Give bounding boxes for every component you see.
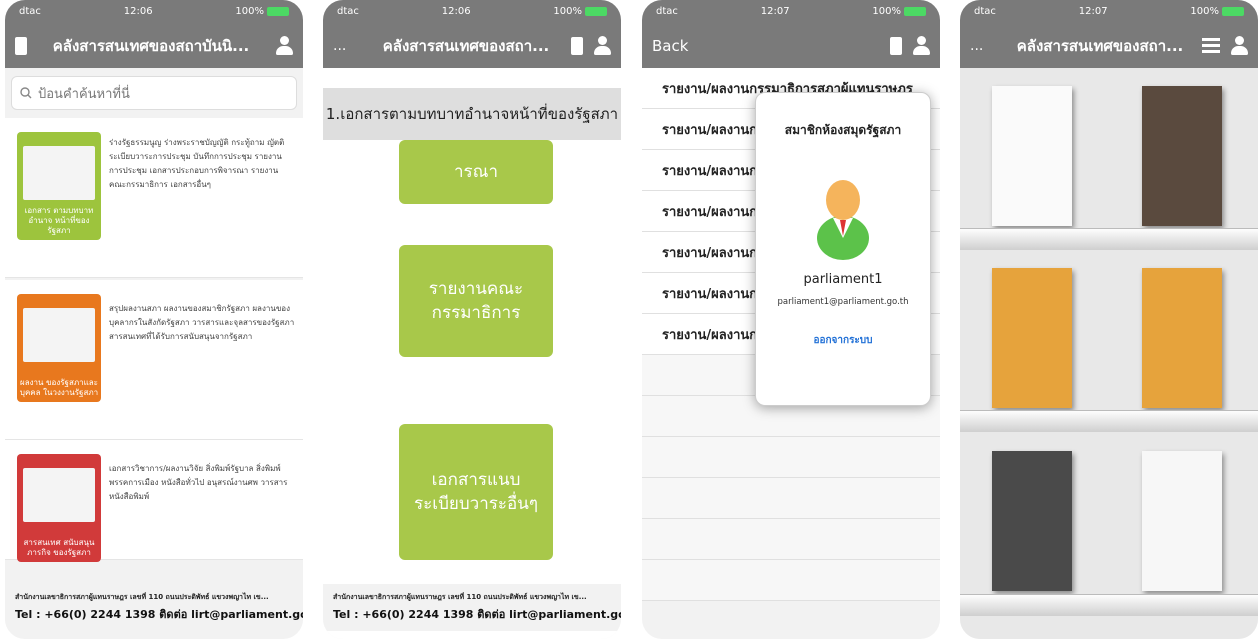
search-placeholder: ป้อนคำค้นหาที่นี่ [38, 86, 130, 102]
more-button[interactable]: ... [970, 38, 998, 54]
book-icon[interactable] [15, 37, 27, 55]
footer: สำนักงานเลขาธิการสภาผู้แทนราษฎร เลขที่ 1… [5, 584, 303, 631]
footer-tel: Tel : +66(0) 2244 1398 ติดต่อ lirt@parli… [333, 608, 621, 621]
screen-list-profile: dtac 12:07 100% Back รายงาน/ผลงานกรรมาธิ… [642, 0, 940, 639]
screen-home: dtac 12:06 100% คลังสารสนเทศของสถาบันนิ.… [5, 0, 303, 639]
document-icon [23, 146, 95, 200]
book-cover[interactable] [992, 451, 1072, 591]
back-button[interactable]: Back [652, 37, 712, 55]
nav-title: คลังสารสนเทศของสถา... [1016, 37, 1184, 55]
battery-icon [1221, 6, 1244, 16]
bookshelf [960, 68, 1258, 639]
shelf [960, 594, 1258, 616]
user-icon[interactable] [1230, 36, 1248, 56]
battery-indicator: 100% [1190, 6, 1244, 17]
popover-username: parliament1 [803, 272, 883, 287]
section-header: 1.เอกสารตามบทบาทอำนาจหน้าที่ของรัฐสภา [323, 88, 621, 140]
battery-icon [584, 6, 607, 16]
footer-tel: Tel : +66(0) 2244 1398 ติดต่อ lirt@parli… [15, 608, 303, 621]
empty-row [642, 478, 940, 519]
profile-popover: สมาชิกห้องสมุดรัฐสภา parliament1 parliam… [755, 92, 931, 406]
category-button-1[interactable]: ารณา [399, 140, 553, 204]
battery-label: 100% [1190, 5, 1219, 17]
shelf [960, 228, 1258, 250]
user-icon[interactable] [275, 36, 293, 56]
book-cover[interactable] [1142, 86, 1222, 226]
document-icon [23, 308, 95, 362]
list-view-icon[interactable] [1202, 38, 1220, 54]
user-icon[interactable] [912, 36, 930, 56]
carrier: dtac [337, 5, 359, 17]
item-description: เอกสารวิชาการ/ผลงานวิจัย สิ่งพิมพ์รัฐบาล… [109, 464, 288, 501]
empty-row [642, 560, 940, 601]
category-button-2[interactable]: รายงานคณะกรรมาธิการ [399, 245, 553, 357]
menu-item[interactable]: เอกสาร ตามบทบาทอำนาจ หน้าที่ของรัฐสภา ร่า… [5, 118, 303, 278]
clock: 12:07 [760, 5, 790, 17]
tile-label: สารสนเทศ สนับสนุนภารกิจ ของรัฐสภา [23, 538, 95, 557]
nav-bar: dtac 12:07 100% Back [642, 0, 940, 68]
battery-indicator: 100% [872, 6, 926, 17]
book-cover[interactable] [992, 86, 1072, 226]
footer: สำนักงานเลขาธิการสภาผู้แทนราษฎร เลขที่ 1… [323, 584, 621, 631]
clock: 12:06 [123, 5, 153, 17]
battery-indicator: 100% [553, 6, 607, 17]
battery-indicator: 100% [235, 6, 289, 17]
battery-label: 100% [235, 5, 264, 17]
nav-bar: dtac 12:06 100% คลังสารสนเทศของสถาบันนิ.… [5, 0, 303, 68]
battery-icon [266, 6, 289, 16]
popover-title: สมาชิกห้องสมุดรัฐสภา [784, 123, 902, 137]
category-tile[interactable]: ผลงาน ของรัฐสภาและบุคคล ในวงงานรัฐสภา [17, 294, 101, 402]
empty-row [642, 437, 940, 478]
category-button-3[interactable]: เอกสารแนบระเบียบวาระอื่นๆ [399, 424, 553, 560]
logout-button[interactable]: ออกจากระบบ [756, 333, 930, 348]
screen-category: dtac 12:06 100% ... คลังสารสนเทศของสถา..… [323, 0, 621, 639]
tile-label: เอกสาร ตามบทบาทอำนาจ หน้าที่ของรัฐสภา [24, 206, 94, 235]
battery-label: 100% [553, 5, 582, 17]
nav-title: คลังสารสนเทศของสถา... [382, 37, 550, 55]
nav-bar: dtac 12:07 100% ... คลังสารสนเทศของสถา..… [960, 0, 1258, 68]
footer-address: สำนักงานเลขาธิการสภาผู้แทนราษฎร เลขที่ 1… [15, 593, 269, 601]
book-icon[interactable] [571, 37, 583, 55]
status-bar: dtac 12:06 100% [5, 0, 303, 22]
nav-title: คลังสารสนเทศของสถาบันนิ... [52, 37, 250, 55]
book-icon[interactable] [890, 37, 902, 55]
tile-label: ผลงาน ของรัฐสภาและบุคคล ในวงงานรัฐสภา [19, 378, 99, 397]
more-button[interactable]: ... [333, 38, 361, 54]
search-icon [20, 87, 32, 99]
menu-item[interactable]: ผลงาน ของรัฐสภาและบุคคล ในวงงานรัฐสภา สรุ… [5, 280, 303, 440]
avatar-icon [817, 180, 869, 260]
category-tile[interactable]: เอกสาร ตามบทบาทอำนาจ หน้าที่ของรัฐสภา [17, 132, 101, 240]
empty-row [642, 519, 940, 560]
shelf [960, 410, 1258, 432]
carrier: dtac [19, 5, 41, 17]
battery-icon [903, 6, 926, 16]
user-icon[interactable] [593, 36, 611, 56]
status-bar: dtac 12:06 100% [323, 0, 621, 22]
status-bar: dtac 12:07 100% [642, 0, 940, 22]
status-bar: dtac 12:07 100% [960, 0, 1258, 22]
item-description: ร่างรัฐธรรมนูญ ร่างพระราชบัญญัติ กระทู้ถ… [109, 138, 285, 189]
clock: 12:06 [441, 5, 471, 17]
clock: 12:07 [1078, 5, 1108, 17]
category-tile[interactable]: สารสนเทศ สนับสนุนภารกิจ ของรัฐสภา [17, 454, 101, 562]
carrier: dtac [974, 5, 996, 17]
document-icon [23, 468, 95, 522]
footer-address: สำนักงานเลขาธิการสภาผู้แทนราษฎร เลขที่ 1… [333, 593, 587, 601]
menu-item[interactable]: สารสนเทศ สนับสนุนภารกิจ ของรัฐสภา เอกสารว… [5, 440, 303, 562]
book-cover[interactable] [1142, 451, 1222, 591]
book-cover[interactable] [1142, 268, 1222, 408]
book-cover[interactable] [992, 268, 1072, 408]
item-description: สรุปผลงานสภา ผลงานของสมาชิกรัฐสภา ผลงานข… [109, 304, 295, 341]
carrier: dtac [656, 5, 678, 17]
battery-label: 100% [872, 5, 901, 17]
screen-bookshelf: dtac 12:07 100% ... คลังสารสนเทศของสถา..… [960, 0, 1258, 639]
nav-bar: dtac 12:06 100% ... คลังสารสนเทศของสถา..… [323, 0, 621, 68]
search-input[interactable]: ป้อนคำค้นหาที่นี่ [11, 76, 297, 110]
popover-email: parliament1@parliament.go.th [777, 297, 909, 307]
